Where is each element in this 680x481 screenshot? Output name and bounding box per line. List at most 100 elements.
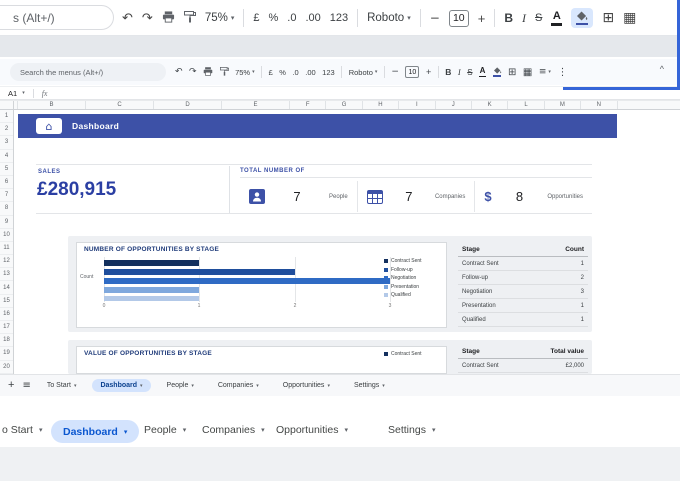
row-number[interactable]: 6 bbox=[0, 176, 13, 190]
chevron-down-icon: ▾ bbox=[407, 14, 411, 22]
sheet-tab-dashboard[interactable]: Dashboard ▾ bbox=[92, 379, 151, 392]
row-number[interactable]: 8 bbox=[0, 202, 13, 216]
more-options-button[interactable]: ⋮ bbox=[557, 67, 567, 78]
zoomed-tab-opportunities[interactable]: Opportunities ▾ bbox=[276, 424, 348, 436]
font-size-input[interactable]: 10 bbox=[448, 9, 469, 27]
row-number[interactable]: 14 bbox=[0, 281, 13, 295]
zoomed-tab-people[interactable]: People ▾ bbox=[144, 424, 186, 436]
sheet-tab-to-start[interactable]: To Start ▾ bbox=[39, 379, 85, 392]
merge-cells-button[interactable]: ▦ bbox=[523, 67, 532, 78]
column-header[interactable]: D bbox=[154, 101, 222, 109]
add-sheet-button[interactable]: + bbox=[8, 380, 14, 391]
row-number[interactable]: 16 bbox=[0, 308, 13, 321]
sheet-tab-companies[interactable]: Companies ▾ bbox=[210, 379, 267, 392]
redo-button[interactable]: ↷ bbox=[142, 11, 153, 26]
row-number[interactable]: 2 bbox=[0, 123, 13, 137]
row-number[interactable]: 9 bbox=[0, 216, 13, 229]
fill-color-button[interactable] bbox=[493, 67, 502, 77]
fill-color-button[interactable] bbox=[571, 8, 594, 28]
zoom-select[interactable]: 75% ▾ bbox=[205, 12, 235, 24]
zoomed-tab-settings[interactable]: Settings ▾ bbox=[388, 424, 435, 436]
font-select[interactable]: Roboto ▾ bbox=[367, 12, 411, 24]
paint-format-button[interactable] bbox=[219, 66, 229, 78]
print-button[interactable] bbox=[162, 10, 175, 26]
row-number[interactable]: 1 bbox=[0, 110, 13, 124]
format-currency-button[interactable]: £ bbox=[253, 12, 259, 24]
sheet-tab-opportunities[interactable]: Opportunities ▾ bbox=[275, 379, 338, 392]
bold-button[interactable]: B bbox=[504, 11, 513, 25]
borders-button[interactable]: ⊞ bbox=[602, 10, 614, 26]
font-select[interactable]: Roboto ▾ bbox=[349, 68, 378, 77]
row-number[interactable]: 19 bbox=[0, 347, 13, 361]
font-size-input[interactable]: 10 bbox=[405, 66, 420, 78]
cell-reference-box[interactable]: A1 bbox=[8, 89, 17, 98]
italic-button[interactable]: I bbox=[522, 11, 526, 26]
collapse-toolbar-button[interactable]: ^ bbox=[660, 64, 664, 74]
decrease-decimal-button[interactable]: .0 bbox=[287, 12, 296, 24]
undo-button[interactable]: ↶ bbox=[175, 67, 183, 77]
column-header[interactable]: G bbox=[326, 101, 363, 109]
more-formats-button[interactable]: 123 bbox=[330, 12, 348, 24]
row-number[interactable]: 3 bbox=[0, 136, 13, 150]
column-header[interactable]: N bbox=[581, 101, 618, 109]
zoomed-tab-to-start[interactable]: o Start ▾ bbox=[2, 424, 42, 436]
row-number[interactable]: 15 bbox=[0, 295, 13, 308]
row-number[interactable]: 12 bbox=[0, 255, 13, 269]
decrease-font-size-button[interactable]: − bbox=[430, 11, 440, 25]
strikethrough-button[interactable]: S bbox=[535, 12, 542, 24]
bold-button[interactable]: B bbox=[445, 67, 451, 77]
zoomed-tab-companies[interactable]: Companies ▾ bbox=[202, 424, 265, 436]
select-all-corner[interactable] bbox=[0, 101, 14, 109]
row-number[interactable]: 17 bbox=[0, 321, 13, 335]
decrease-font-size-button[interactable]: − bbox=[391, 67, 399, 77]
increase-font-size-button[interactable]: + bbox=[426, 67, 431, 77]
strikethrough-button[interactable]: S bbox=[467, 68, 472, 77]
merge-cells-button[interactable]: ▦ bbox=[623, 10, 636, 26]
zoomed-tab-dashboard[interactable]: Dashboard ▾ bbox=[51, 420, 140, 443]
row-number[interactable]: 10 bbox=[0, 229, 13, 242]
row-number[interactable]: 20 bbox=[0, 361, 13, 374]
search-menus-input[interactable]: Search the menus (Alt+/) bbox=[10, 63, 166, 81]
column-header[interactable]: J bbox=[436, 101, 472, 109]
column-header[interactable]: B bbox=[18, 101, 86, 109]
format-percent-button[interactable]: % bbox=[279, 68, 286, 77]
borders-button[interactable]: ⊞ bbox=[508, 67, 516, 78]
column-header[interactable]: E bbox=[222, 101, 290, 109]
text-color-button[interactable]: A bbox=[551, 10, 563, 26]
sheet-tab-settings[interactable]: Settings ▾ bbox=[346, 379, 393, 392]
text-color-button[interactable]: A bbox=[479, 66, 487, 78]
more-formats-button[interactable]: 123 bbox=[322, 68, 335, 77]
horizontal-align-button[interactable]: ≡ ▾ bbox=[539, 67, 551, 77]
increase-decimal-button[interactable]: .00 bbox=[305, 12, 320, 24]
print-button[interactable] bbox=[203, 66, 213, 78]
column-header[interactable]: F bbox=[290, 101, 327, 109]
increase-decimal-button[interactable]: .00 bbox=[305, 68, 315, 77]
row-number[interactable]: 7 bbox=[0, 189, 13, 203]
paint-format-button[interactable] bbox=[183, 10, 196, 26]
format-percent-button[interactable]: % bbox=[268, 12, 278, 24]
column-header[interactable]: C bbox=[86, 101, 154, 109]
redo-button[interactable]: ↷ bbox=[189, 67, 197, 77]
column-header[interactable]: K bbox=[472, 101, 509, 109]
format-currency-button[interactable]: £ bbox=[269, 68, 273, 77]
paint-roller-icon bbox=[183, 10, 196, 22]
row-number[interactable]: 11 bbox=[0, 242, 13, 256]
row-number[interactable]: 4 bbox=[0, 150, 13, 163]
decrease-decimal-button[interactable]: .0 bbox=[292, 68, 298, 77]
search-menus-input[interactable]: s (Alt+/) bbox=[0, 5, 114, 30]
undo-button[interactable]: ↶ bbox=[122, 11, 133, 26]
row-number[interactable]: 5 bbox=[0, 163, 13, 176]
column-header[interactable]: M bbox=[545, 101, 582, 109]
totals-underline bbox=[240, 177, 592, 178]
row-number[interactable]: 18 bbox=[0, 334, 13, 348]
increase-font-size-button[interactable]: + bbox=[478, 11, 486, 26]
home-button[interactable]: ⌂ bbox=[36, 118, 62, 134]
column-header[interactable]: I bbox=[399, 101, 436, 109]
column-header[interactable]: L bbox=[508, 101, 545, 109]
zoom-select[interactable]: 75% ▾ bbox=[235, 68, 255, 77]
all-sheets-button[interactable]: ≡ bbox=[22, 380, 30, 391]
italic-button[interactable]: I bbox=[458, 67, 461, 77]
row-number[interactable]: 13 bbox=[0, 268, 13, 282]
column-header[interactable]: H bbox=[363, 101, 400, 109]
sheet-tab-people[interactable]: People ▾ bbox=[159, 379, 202, 392]
